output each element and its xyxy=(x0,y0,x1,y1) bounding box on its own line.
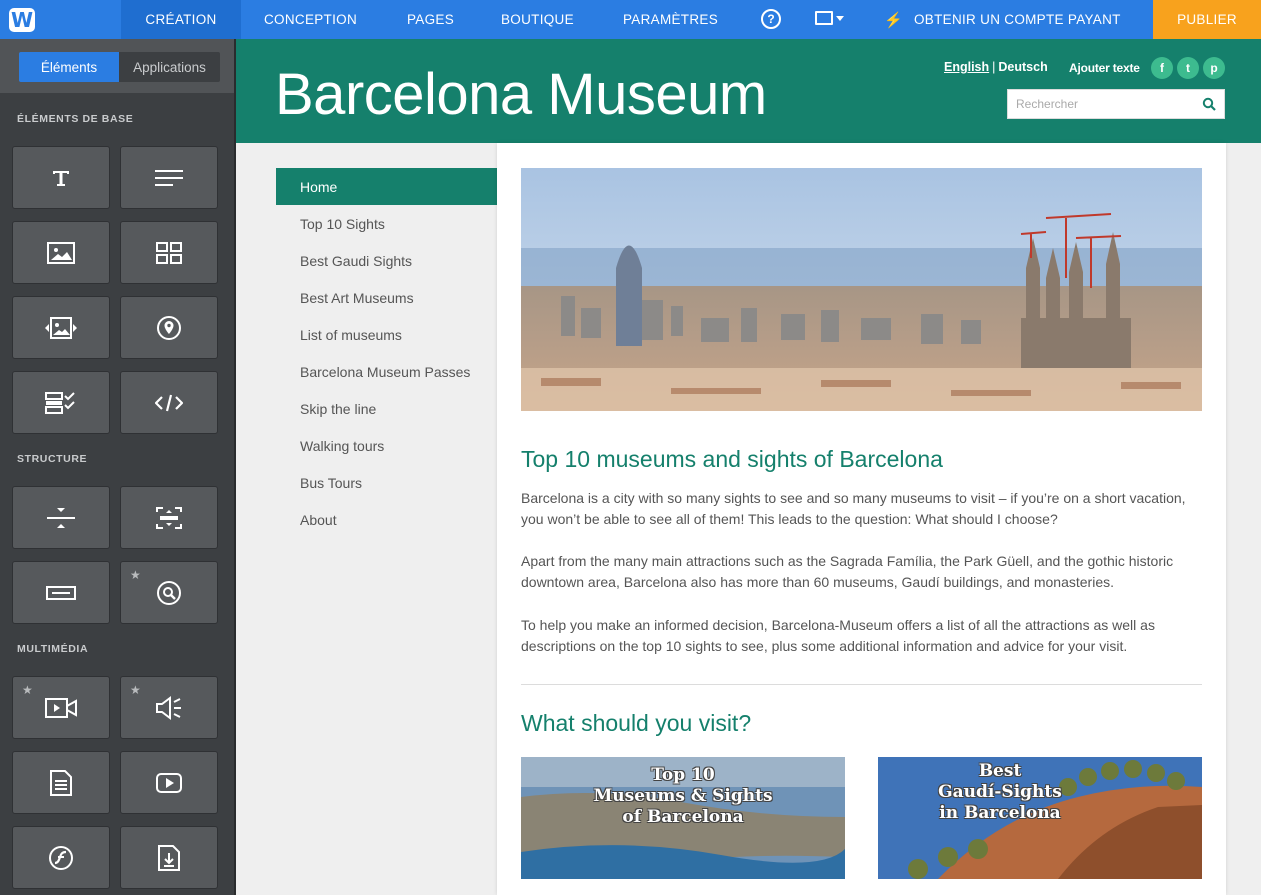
nav-item-best-art-museums[interactable]: Best Art Museums xyxy=(276,279,497,316)
nav-item-top-10-sights[interactable]: Top 10 Sights xyxy=(276,205,497,242)
premium-star-icon: ★ xyxy=(130,683,141,697)
add-text-link[interactable]: Ajouter texte xyxy=(1069,61,1140,75)
form-icon xyxy=(45,391,75,414)
element-audio[interactable]: ★ xyxy=(120,676,218,739)
nav-item-home[interactable]: Home xyxy=(276,168,497,205)
language-deutsch-link[interactable]: Deutsch xyxy=(998,60,1047,74)
tab-elements[interactable]: Éléments xyxy=(19,52,119,82)
element-search-box[interactable]: ★ xyxy=(120,561,218,624)
nav-item-walking-tours[interactable]: Walking tours xyxy=(276,427,497,464)
main-content: Top 10 museums and sights of Barcelona B… xyxy=(497,143,1226,895)
section-title-multimedia: MULTIMÉDIA xyxy=(17,643,89,655)
facebook-icon[interactable]: f xyxy=(1151,57,1173,79)
element-gallery[interactable] xyxy=(120,221,218,284)
nav-item-bus-tours[interactable]: Bus Tours xyxy=(276,464,497,501)
thumbnail-top-10[interactable]: Top 10 Museums & Sights of Barcelona xyxy=(521,757,845,879)
divider-icon xyxy=(156,506,182,529)
text-icon xyxy=(155,169,183,186)
section-title-base: ÉLÉMENTS DE BASE xyxy=(17,113,134,125)
hero-image[interactable] xyxy=(521,168,1202,411)
element-flash[interactable] xyxy=(12,826,110,889)
audio-icon xyxy=(156,695,181,720)
language-english-link[interactable]: English xyxy=(944,60,989,74)
image-icon xyxy=(47,241,75,264)
element-slideshow[interactable] xyxy=(12,296,110,359)
tab-conception[interactable]: CONCEPTION xyxy=(264,0,357,39)
flash-icon xyxy=(49,845,73,870)
tab-creation[interactable]: CRÉATION xyxy=(121,0,241,39)
element-divider[interactable] xyxy=(120,486,218,549)
twitter-icon[interactable]: t xyxy=(1177,57,1199,79)
search-input[interactable] xyxy=(1008,90,1188,118)
element-video[interactable]: ★ xyxy=(12,676,110,739)
element-image[interactable] xyxy=(12,221,110,284)
pinterest-icon[interactable]: p xyxy=(1203,57,1225,79)
site-navigation: Home Top 10 Sights Best Gaudi Sights Bes… xyxy=(276,168,497,538)
element-map[interactable] xyxy=(120,296,218,359)
map-icon xyxy=(157,315,181,340)
element-spacer[interactable] xyxy=(12,486,110,549)
lightning-icon: ⚡ xyxy=(884,11,903,29)
thumbnail-best-gaudi[interactable]: Best Gaudí-Sights in Barcelona xyxy=(878,757,1202,879)
tab-pages[interactable]: PAGES xyxy=(407,0,454,39)
tab-applications[interactable]: Applications xyxy=(119,52,220,82)
paragraph-decision[interactable]: To help you make an informed decision, B… xyxy=(521,615,1201,657)
file-download-icon xyxy=(158,844,180,871)
embed-code-icon xyxy=(155,394,183,411)
site-search xyxy=(1007,89,1225,119)
element-document[interactable] xyxy=(12,751,110,814)
device-preview-icon[interactable] xyxy=(815,11,844,25)
help-icon[interactable]: ? xyxy=(761,9,781,29)
nav-item-museum-passes[interactable]: Barcelona Museum Passes xyxy=(276,353,497,390)
title-icon xyxy=(53,170,69,186)
document-icon xyxy=(50,769,72,796)
element-file-download[interactable] xyxy=(120,826,218,889)
upgrade-label: OBTENIR UN COMPTE PAYANT xyxy=(913,12,1121,27)
upgrade-button[interactable]: ⚡ OBTENIR UN COMPTE PAYANT xyxy=(884,0,1121,39)
site-header: Barcelona Museum English | Deutsch Ajouter… xyxy=(236,39,1261,143)
search-icon[interactable] xyxy=(1202,97,1216,111)
weebly-logo[interactable]: W xyxy=(0,0,44,39)
chevron-down-icon xyxy=(836,15,844,21)
divider xyxy=(521,684,1202,685)
youtube-icon xyxy=(156,772,182,793)
element-title[interactable] xyxy=(12,146,110,209)
premium-star-icon: ★ xyxy=(22,683,33,697)
premium-star-icon: ★ xyxy=(130,568,141,582)
button-icon xyxy=(46,585,76,600)
tab-boutique[interactable]: BOUTIQUE xyxy=(501,0,574,39)
language-switcher: English | Deutsch xyxy=(944,60,1048,74)
thumbnail-caption-top-10: Top 10 Museums & Sights of Barcelona xyxy=(593,765,773,827)
site-title[interactable]: Barcelona Museum xyxy=(275,61,767,128)
slideshow-icon xyxy=(45,316,77,339)
element-form[interactable] xyxy=(12,371,110,434)
search-box-icon xyxy=(157,580,181,605)
nav-item-best-gaudi-sights[interactable]: Best Gaudi Sights xyxy=(276,242,497,279)
element-youtube[interactable] xyxy=(120,751,218,814)
monitor-icon xyxy=(815,11,833,25)
tab-parametres[interactable]: PARAMÈTRES xyxy=(623,0,718,39)
publish-button[interactable]: PUBLIER xyxy=(1153,0,1261,39)
nav-item-about[interactable]: About xyxy=(276,501,497,538)
element-embed-code[interactable] xyxy=(120,371,218,434)
weebly-logo-icon: W xyxy=(9,7,35,32)
spacer-icon xyxy=(47,507,75,528)
element-text[interactable] xyxy=(120,146,218,209)
elements-sidebar: Éléments Applications ÉLÉMENTS DE BASE S… xyxy=(0,39,236,895)
gallery-icon xyxy=(156,241,182,264)
thumbnail-caption-best-gaudi: Best Gaudí-Sights in Barcelona xyxy=(938,761,1062,823)
video-icon xyxy=(45,697,77,718)
heading-top-museums[interactable]: Top 10 museums and sights of Barcelona xyxy=(521,446,943,473)
paragraph-intro[interactable]: Barcelona is a city with so many sights … xyxy=(521,488,1201,530)
barcelona-skyline-image xyxy=(521,168,1202,411)
paragraph-attractions[interactable]: Apart from the many main attractions suc… xyxy=(521,551,1201,593)
sidebar-tabs: Éléments Applications xyxy=(0,39,234,93)
element-button[interactable] xyxy=(12,561,110,624)
language-separator: | xyxy=(992,60,996,74)
nav-item-skip-the-line[interactable]: Skip the line xyxy=(276,390,497,427)
section-title-structure: STRUCTURE xyxy=(17,453,88,465)
nav-item-list-of-museums[interactable]: List of museums xyxy=(276,316,497,353)
heading-what-to-visit[interactable]: What should you visit? xyxy=(521,710,751,737)
editor-toolbar: W CRÉATION CONCEPTION PAGES BOUTIQUE PAR… xyxy=(0,0,1261,39)
